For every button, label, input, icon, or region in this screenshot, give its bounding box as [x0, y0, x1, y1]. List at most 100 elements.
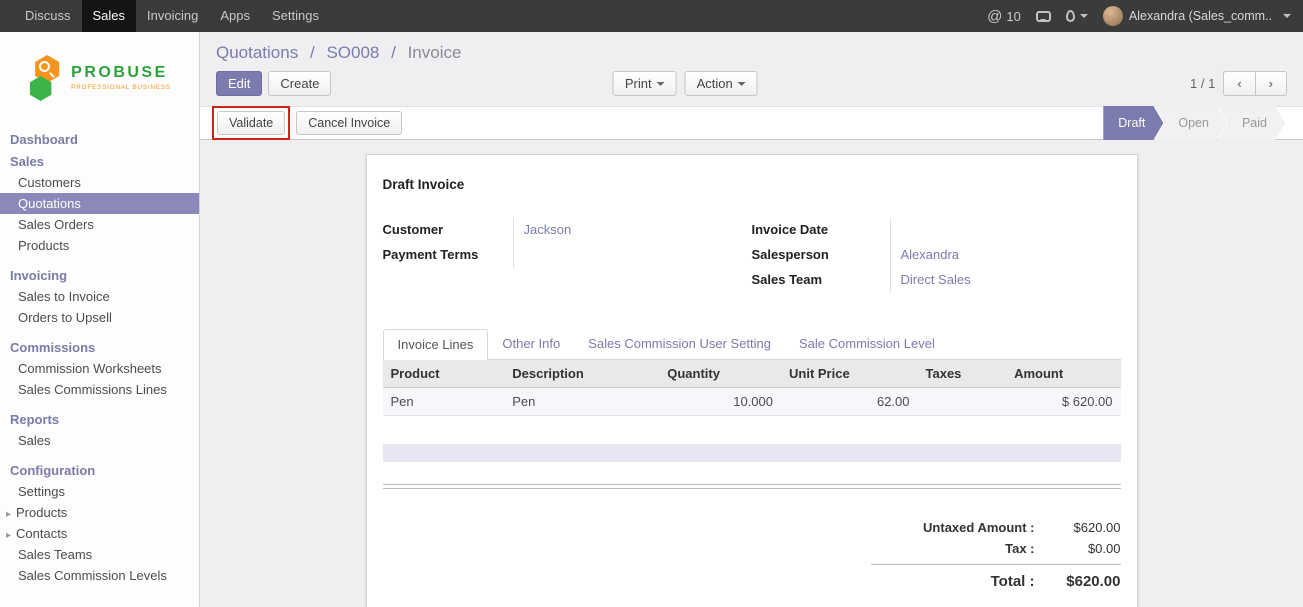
payment-terms-label: Payment Terms: [383, 243, 513, 268]
status-pipeline: Draft Open Paid: [1103, 106, 1285, 140]
breadcrumb-so008[interactable]: SO008: [326, 43, 379, 62]
sidebar-section-invoicing[interactable]: Invoicing: [0, 264, 199, 286]
sidebar-section-commissions[interactable]: Commissions: [0, 336, 199, 358]
untaxed-amount-label: Untaxed Amount :: [923, 520, 1034, 535]
statusbar: Validate Cancel Invoice Draft Open Paid: [200, 106, 1303, 140]
invoice-line-row[interactable]: Pen Pen 10.000 62.00 $ 620.00: [383, 388, 1121, 416]
cell-quantity: 10.000: [659, 388, 781, 416]
sidebar-item-settings[interactable]: Settings: [0, 481, 199, 502]
create-button[interactable]: Create: [268, 71, 331, 96]
tax-value: $0.00: [1049, 541, 1121, 556]
content-area: Draft Invoice Customer Jackson Payment T…: [200, 140, 1303, 607]
sidebar-item-orders-to-upsell[interactable]: Orders to Upsell: [0, 307, 199, 328]
invoice-title: Draft Invoice: [383, 177, 1121, 192]
cell-product: Pen: [383, 388, 505, 416]
menu-apps[interactable]: Apps: [209, 0, 261, 32]
sidebar-item-dashboard[interactable]: Dashboard: [0, 128, 199, 150]
menu-settings[interactable]: Settings: [261, 0, 330, 32]
cell-description: Pen: [504, 388, 659, 416]
tab-other-info[interactable]: Other Info: [488, 329, 574, 359]
chevron-right-icon: ▸: [6, 530, 16, 541]
sales-team-value[interactable]: Direct Sales: [890, 268, 1121, 293]
main-area: Quotations / SO008 / Invoice Edit Create…: [200, 32, 1303, 607]
salesperson-value[interactable]: Alexandra: [890, 243, 1121, 268]
pager-next-button[interactable]: ›: [1255, 71, 1287, 96]
col-amount: Amount: [1006, 360, 1120, 388]
breadcrumb-current: Invoice: [408, 43, 462, 62]
breadcrumb: Quotations / SO008 / Invoice: [200, 32, 1303, 63]
sidebar-item-customers[interactable]: Customers: [0, 172, 199, 193]
breadcrumb-quotations[interactable]: Quotations: [216, 43, 298, 62]
topbar: Discuss Sales Invoicing Apps Settings @ …: [0, 0, 1303, 32]
sidebar-item-sales-commission-levels[interactable]: Sales Commission Levels: [0, 565, 199, 586]
empty-line-strip: [383, 444, 1121, 462]
validate-button[interactable]: Validate: [217, 111, 285, 135]
customer-label: Customer: [383, 218, 513, 243]
total-value: $620.00: [1049, 573, 1121, 590]
sidebar-item-label: Products: [16, 505, 67, 520]
total-label: Total :: [991, 573, 1035, 590]
bug-icon: [1066, 10, 1075, 22]
pager-previous-button[interactable]: ‹: [1223, 71, 1255, 96]
totals-block: Untaxed Amount : $620.00 Tax : $0.00 Tot…: [871, 517, 1121, 593]
tab-invoice-lines[interactable]: Invoice Lines: [383, 329, 489, 360]
chevron-down-icon: [657, 82, 665, 90]
menu-invoicing[interactable]: Invoicing: [136, 0, 209, 32]
edit-button[interactable]: Edit: [216, 71, 262, 96]
invoice-form-sheet: Draft Invoice Customer Jackson Payment T…: [366, 154, 1138, 607]
cell-taxes: [918, 388, 1007, 416]
customer-value[interactable]: Jackson: [513, 218, 752, 243]
avatar: [1103, 6, 1123, 26]
cell-amount: $ 620.00: [1006, 388, 1120, 416]
sidebar-item-commission-worksheets[interactable]: Commission Worksheets: [0, 358, 199, 379]
sidebar-item-config-products[interactable]: ▸Products: [0, 502, 199, 523]
sidebar-item-config-contacts[interactable]: ▸Contacts: [0, 523, 199, 544]
menu-sales[interactable]: Sales: [82, 0, 137, 32]
untaxed-amount-value: $620.00: [1049, 520, 1121, 535]
tax-label: Tax :: [1005, 541, 1034, 556]
control-panel: Edit Create Print Action 1 / 1 ‹ ›: [200, 63, 1303, 106]
action-button[interactable]: Action: [685, 71, 758, 96]
chevron-down-icon: [1080, 14, 1088, 22]
logo-tagline: PROFESSIONAL BUSINESS: [71, 84, 171, 91]
sidebar-section-sales[interactable]: Sales: [0, 150, 199, 172]
sidebar-item-quotations[interactable]: Quotations: [0, 193, 199, 214]
tab-sale-commission-level[interactable]: Sale Commission Level: [785, 329, 949, 359]
sidebar-item-sales-commissions-lines[interactable]: Sales Commissions Lines: [0, 379, 199, 400]
status-draft[interactable]: Draft: [1103, 106, 1163, 140]
separator: [383, 484, 1121, 489]
notebook-tabs: Invoice Lines Other Info Sales Commissio…: [383, 329, 1121, 360]
user-name: Alexandra (Sales_comm..: [1129, 9, 1272, 23]
sidebar-item-products[interactable]: Products: [0, 235, 199, 256]
col-description: Description: [504, 360, 659, 388]
messages-icon[interactable]: [1036, 11, 1051, 22]
payment-terms-value: [513, 243, 752, 268]
col-unit-price: Unit Price: [781, 360, 918, 388]
chevron-right-icon: ▸: [6, 509, 16, 520]
action-label: Action: [697, 76, 733, 91]
user-menu[interactable]: Alexandra (Sales_comm..: [1103, 6, 1291, 26]
col-product: Product: [383, 360, 505, 388]
activity-count-badge: 10: [1006, 9, 1020, 24]
cancel-invoice-button[interactable]: Cancel Invoice: [296, 111, 402, 135]
tab-sales-commission-user-setting[interactable]: Sales Commission User Setting: [574, 329, 785, 359]
status-paid[interactable]: Paid: [1218, 106, 1285, 140]
chevron-down-icon: [1283, 14, 1291, 22]
sidebar: PROBUSE PROFESSIONAL BUSINESS Dashboard …: [0, 32, 200, 607]
sidebar-section-reports[interactable]: Reports: [0, 408, 199, 430]
activities-menu[interactable]: @ 10: [987, 8, 1021, 25]
annotation-highlight-box: Validate: [212, 106, 290, 140]
sales-team-label: Sales Team: [752, 268, 890, 293]
probuse-logo-icon: [28, 55, 64, 101]
sidebar-section-configuration[interactable]: Configuration: [0, 459, 199, 481]
sidebar-item-sales-teams[interactable]: Sales Teams: [0, 544, 199, 565]
debug-menu[interactable]: [1066, 10, 1088, 22]
sidebar-item-sales-to-invoice[interactable]: Sales to Invoice: [0, 286, 199, 307]
status-open[interactable]: Open: [1154, 106, 1227, 140]
invoice-date-label: Invoice Date: [752, 218, 890, 243]
menu-discuss[interactable]: Discuss: [14, 0, 82, 32]
sidebar-item-reports-sales[interactable]: Sales: [0, 430, 199, 451]
print-button[interactable]: Print: [613, 71, 677, 96]
sidebar-item-sales-orders[interactable]: Sales Orders: [0, 214, 199, 235]
table-header-row: Product Description Quantity Unit Price …: [383, 360, 1121, 388]
